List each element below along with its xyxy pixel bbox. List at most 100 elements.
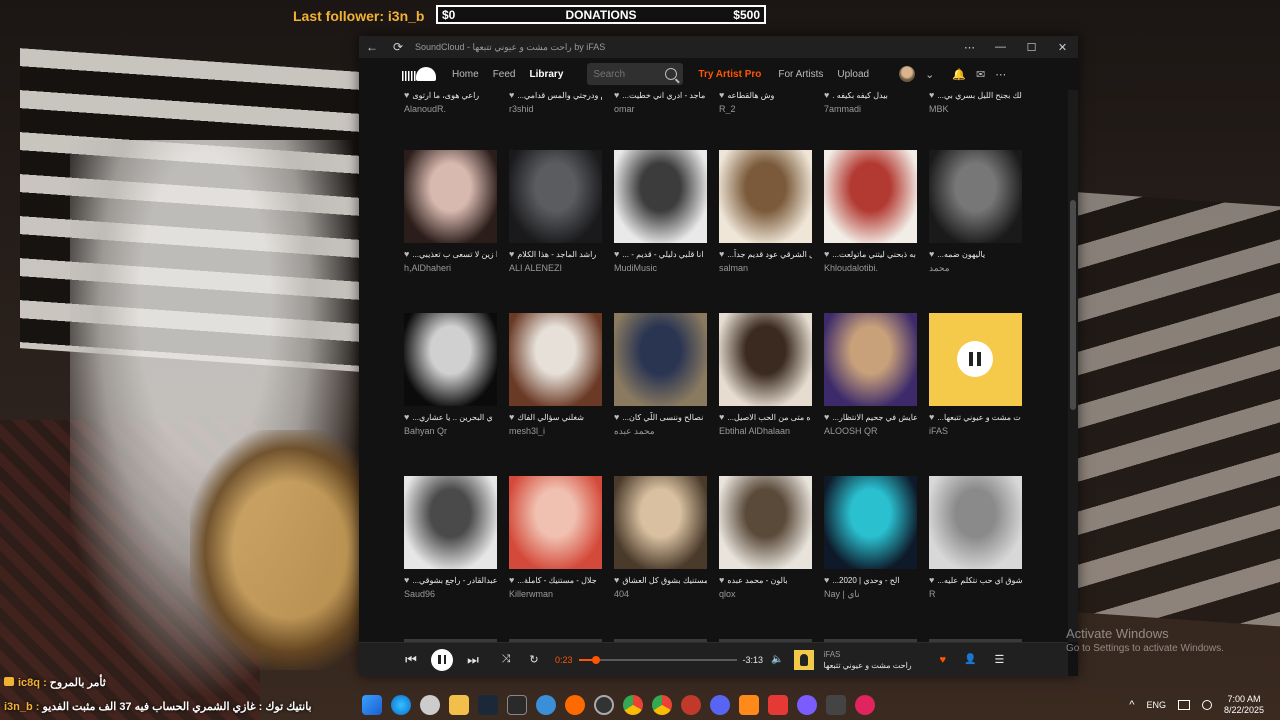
track-card[interactable]: ♥ ...عايش في جحيم الانتظار ALOOSH QR	[824, 313, 917, 436]
follow-icon[interactable]: 👤	[964, 654, 976, 665]
track-user[interactable]: MudiMusic	[614, 263, 707, 273]
heart-icon[interactable]: ♥	[824, 412, 829, 422]
track-card[interactable]: ♥ راعي هوى، ما ارتوى AlanoudR.	[404, 90, 497, 114]
heart-icon[interactable]: ♥	[614, 412, 619, 422]
heart-icon[interactable]: ♥	[509, 575, 514, 585]
track-card[interactable]: ♥ راشد الماجد - هذا الكلام ALI ALENEZI	[509, 150, 602, 273]
heart-icon[interactable]: ♥	[509, 90, 514, 100]
back-icon[interactable]: ←	[359, 40, 385, 54]
track-user[interactable]: MBK	[929, 104, 1022, 114]
app-orange-icon[interactable]	[739, 695, 759, 715]
track-cover[interactable]	[404, 476, 497, 569]
heart-icon[interactable]: ♥	[404, 412, 409, 422]
language-indicator[interactable]: ENG	[1146, 700, 1166, 710]
track-title[interactable]: ♥ شغلني سؤالي الفاك	[509, 412, 602, 422]
try-artist-pro-link[interactable]: Try Artist Pro	[698, 69, 761, 80]
track-title[interactable]: ♥ ...ا زين لا تسعى ب تعذيبي	[404, 249, 497, 259]
track-card[interactable]: ♥ ...نصالح وننسى اللّي كان محمد عبده	[614, 313, 707, 437]
heart-icon[interactable]: ♥	[929, 249, 934, 259]
heart-icon[interactable]: ♥	[614, 249, 619, 259]
track-user[interactable]: محمد عبده	[614, 426, 707, 437]
track-card[interactable]: ♥ ...لك بجنح الليل بسري بي MBK	[929, 90, 1022, 114]
heart-icon[interactable]: ♥	[614, 575, 619, 585]
heart-icon[interactable]: ♥	[509, 412, 514, 422]
clock[interactable]: 7:00 AM 8/22/2025	[1224, 694, 1264, 716]
track-title[interactable]: ♥ راعي هوى، ما ارتوى	[404, 90, 497, 100]
heart-icon[interactable]: ♥	[929, 90, 934, 100]
app-gray-icon[interactable]	[826, 695, 846, 715]
track-user[interactable]: ALI ALENEZI	[509, 263, 602, 273]
track-title[interactable]: ♥ مستنيك بشوق كل العشاق	[614, 575, 707, 585]
file-explorer-icon[interactable]	[449, 695, 469, 715]
scrollbar[interactable]	[1068, 90, 1078, 642]
heart-icon[interactable]: ♥	[404, 90, 409, 100]
track-card[interactable]: ♥ ...ا زين لا تسعى ب تعذيبي h,AlDhaheri	[404, 150, 497, 273]
heart-icon[interactable]: ♥	[719, 412, 724, 422]
nav-upload[interactable]: Upload	[837, 69, 869, 80]
track-title[interactable]: ♥ ...ت مشت و عيوني تتبعها	[929, 412, 1022, 422]
track-cover[interactable]	[509, 476, 602, 569]
track-card[interactable]: ♥ بالون - محمد عبده qlox	[719, 476, 812, 599]
track-cover[interactable]	[719, 476, 812, 569]
app-pink-icon[interactable]	[855, 695, 875, 715]
heart-icon[interactable]: ♥	[404, 249, 409, 259]
heart-icon[interactable]: ♥	[929, 575, 934, 585]
track-user[interactable]: R_2	[719, 104, 812, 114]
minimize-button[interactable]: —	[985, 41, 1016, 53]
edge-icon[interactable]	[391, 695, 411, 715]
previous-icon[interactable]: ⏮	[403, 652, 419, 668]
nav-library[interactable]: Library	[529, 69, 563, 80]
track-user[interactable]: محمد	[929, 263, 1022, 274]
heart-icon[interactable]: ♥	[719, 249, 724, 259]
track-cover[interactable]	[614, 150, 707, 243]
now-playing-cover[interactable]	[793, 649, 814, 670]
network-icon[interactable]	[1177, 700, 1190, 710]
heart-icon[interactable]: ♥	[719, 90, 724, 100]
repeat-icon[interactable]: ↻	[527, 653, 541, 666]
track-title[interactable]: ♥ بالون - محمد عبده	[719, 575, 812, 585]
track-user[interactable]: Bahyan Qr	[404, 426, 497, 436]
more-icon[interactable]: ⋯	[995, 68, 1006, 81]
heart-icon[interactable]: ♥	[719, 575, 724, 585]
track-card[interactable]: ♥ وش هالقطاعه R_2	[719, 90, 812, 114]
track-title[interactable]: ♥ ...ياليهون ضمه	[929, 249, 1022, 259]
user-avatar[interactable]	[899, 66, 916, 82]
track-cover[interactable]	[824, 313, 917, 406]
track-title[interactable]: ♥ ...جلال - مستنيك - كاملة	[509, 575, 602, 585]
now-playing-user[interactable]: iFAS	[824, 650, 934, 659]
now-playing-title[interactable]: راحت مشت و عيوني تتبعها	[824, 661, 934, 670]
soundcloud-taskbar-icon[interactable]	[565, 695, 585, 715]
obs-icon[interactable]	[594, 695, 614, 715]
app-purple-icon[interactable]	[797, 695, 817, 715]
chrome-icon[interactable]	[623, 695, 643, 715]
track-user[interactable]: Saud96	[404, 589, 497, 599]
track-cover[interactable]	[824, 150, 917, 243]
pause-overlay-icon[interactable]	[957, 341, 993, 377]
queue-icon[interactable]: ☰	[994, 653, 1004, 666]
soundcloud-logo-icon[interactable]	[402, 67, 436, 81]
track-card[interactable]: ♥ ...ه متى من الحب الاصيل Ebtihal AlDhalaa…	[719, 313, 812, 436]
reload-icon[interactable]: ⟳	[385, 40, 411, 54]
volume-icon[interactable]: 🔈	[771, 654, 783, 665]
mail-icon[interactable]: ✉	[976, 68, 985, 81]
track-cover[interactable]	[719, 313, 812, 406]
heart-icon[interactable]: ♥	[824, 249, 829, 259]
track-cover[interactable]	[929, 313, 1022, 406]
shuffle-icon[interactable]: ⤨	[499, 653, 513, 666]
track-user[interactable]: 7ammadi	[824, 104, 917, 114]
track-title[interactable]: ♥. بيدل كيفه بكيفه	[824, 90, 917, 100]
track-title[interactable]: ♥ ...م ودرجتي والمس قدامي	[509, 90, 602, 100]
track-cover[interactable]	[929, 476, 1022, 569]
maximize-button[interactable]: ☐	[1016, 41, 1047, 54]
track-cover[interactable]	[614, 476, 707, 569]
heart-icon[interactable]: ♥	[404, 575, 409, 585]
track-title[interactable]: ♥ ...الح - وحدي | 2020	[824, 575, 917, 585]
track-title[interactable]: ♥ ...ي البحرين .. يا عشاري	[404, 412, 497, 422]
track-title[interactable]: ♥ ...نصالح وننسى اللّي كان	[614, 412, 707, 422]
track-card[interactable]: ♥ ...ت مشت و عيوني تتبعها iFAS	[929, 313, 1022, 436]
track-cover[interactable]	[614, 313, 707, 406]
heart-icon[interactable]: ♥	[614, 90, 619, 100]
track-title[interactable]: ♥ ...شوق اي حب نتكلم عليه	[929, 575, 1022, 585]
track-title[interactable]: ♥ ...عبدالقادر - راجع بشوقي	[404, 575, 497, 585]
track-user[interactable]: Ebtihal AlDhalaan	[719, 426, 812, 436]
